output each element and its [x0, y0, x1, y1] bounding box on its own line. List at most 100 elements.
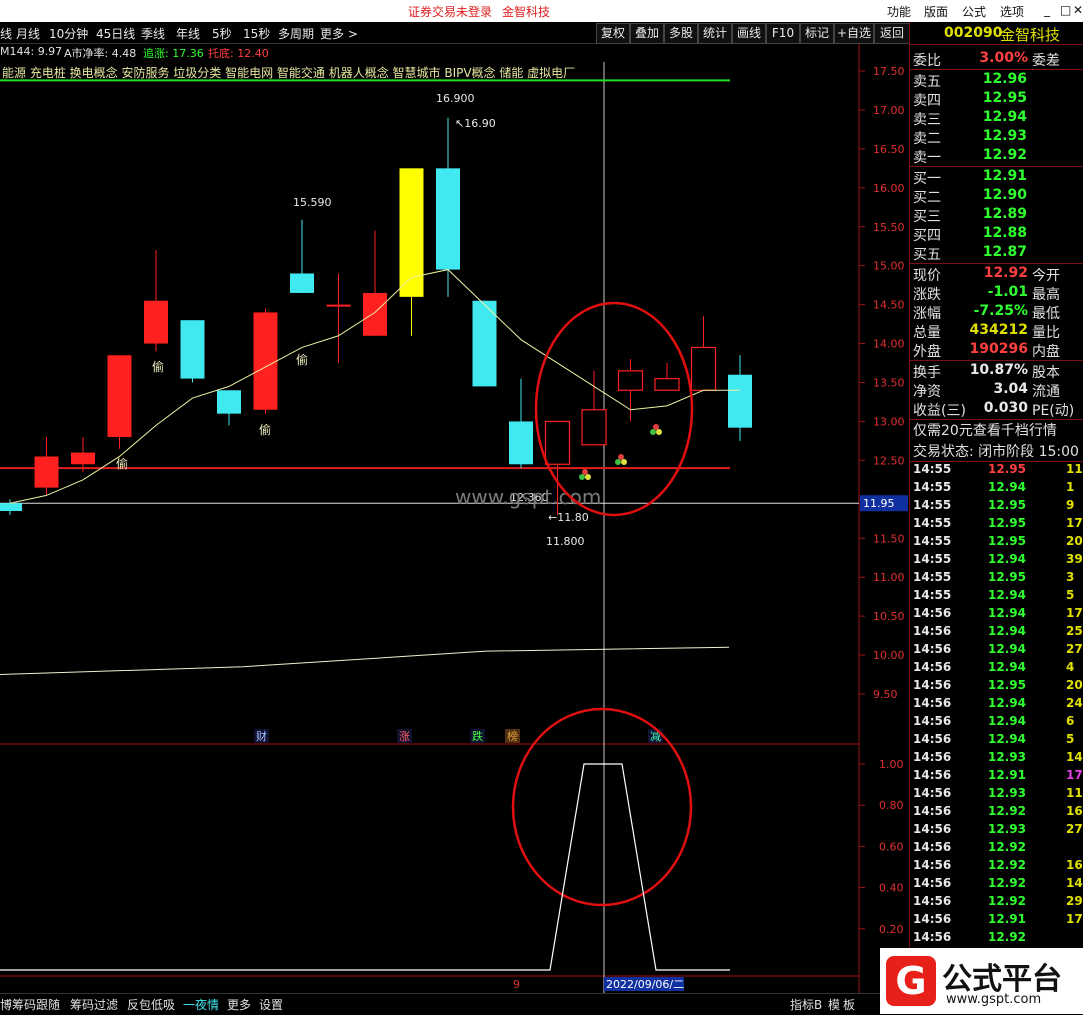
menu-formula[interactable]: 公式 [962, 3, 986, 20]
tick-row: 14:55 12.94 5 [910, 588, 1083, 606]
tick-row: 14:56 12.94 6 [910, 714, 1083, 732]
logo-g-icon: G [886, 956, 936, 1006]
ask-row: 卖二 12.93 [910, 128, 1083, 147]
bid-price: 12.88 [982, 225, 1027, 241]
tab-template[interactable]: 模 [828, 996, 840, 1013]
tick-price: 12.93 [988, 750, 1026, 764]
quote-panel: 002090 金智科技 委比 3.00% 委差 卖五 12.96 卖四 12.95 卖三 12.… [909, 22, 1083, 1014]
close-icon[interactable]: ✕ [1073, 3, 1083, 17]
tick-time: 14:56 [913, 768, 952, 782]
tick-price: 12.92 [988, 876, 1026, 890]
dot-green [579, 474, 585, 480]
quote-row: 涨跌 -1.01 最高 [910, 284, 1083, 303]
tick-price: 12.95 [988, 516, 1026, 530]
tick-time: 14:56 [913, 786, 952, 800]
tab-overnight[interactable]: 一夜情 [183, 996, 219, 1013]
tick-price: 12.95 [988, 498, 1026, 512]
buy-signal-marker: 偷 [259, 422, 271, 437]
tab-reversal-buy[interactable]: 反包低吸 [127, 996, 175, 1013]
tab-board[interactable]: 板 [843, 996, 855, 1013]
low-price-arrow: ←11.80 [548, 511, 589, 524]
highlight-circle-main [534, 301, 694, 517]
ma144-line [0, 646, 730, 676]
bid-price: 12.87 [982, 244, 1027, 260]
tick-price: 12.91 [988, 912, 1026, 926]
tick-price: 12.95 [988, 534, 1026, 548]
menu-options[interactable]: 选项 [1000, 3, 1024, 20]
tick-row: 14:55 12.95 11 [910, 462, 1083, 480]
divider [910, 166, 1083, 167]
stat-value: 3.04 [993, 381, 1028, 397]
candle-body [472, 300, 497, 387]
quote-right-label: 今开 [1032, 268, 1060, 284]
ask-price: 12.92 [982, 147, 1027, 163]
quote-row: 现价 12.92 今开 [910, 265, 1083, 284]
dot-green [615, 459, 621, 465]
tick-price: 12.92 [988, 858, 1026, 872]
tick-row: 14:56 12.94 4 [910, 660, 1083, 678]
tick-volume: 17 [1066, 912, 1083, 926]
tick-time: 14:56 [913, 732, 952, 746]
tick-row: 14:55 12.95 20 [910, 534, 1083, 552]
candle [290, 219, 314, 293]
signal-dots [579, 469, 591, 480]
quote-label: 外盘 [913, 344, 941, 360]
quote-row: 涨幅 -7.25% 最低 [910, 303, 1083, 322]
tab-settings[interactable]: 设置 [259, 996, 283, 1013]
candle [581, 370, 607, 446]
bid-row: 买五 12.87 [910, 244, 1083, 263]
tick-row: 14:56 12.94 25 [910, 624, 1083, 642]
candle-body [0, 503, 22, 511]
tick-volume: 29 [1066, 894, 1083, 908]
dot-yellow [656, 429, 662, 435]
tick-price: 12.95 [988, 462, 1026, 476]
ask-label: 卖五 [913, 74, 941, 90]
trade-status-row: 交易状态: 闭市阶段 15:00 [910, 441, 1083, 461]
candle-body [326, 304, 351, 307]
buy-signal-marker: 偷 [296, 352, 308, 367]
tab-chip-follow[interactable]: 博筹码跟随 [0, 996, 60, 1013]
candle [107, 355, 132, 449]
tab-more[interactable]: 更多 [227, 996, 251, 1013]
stat-row: 收益(三) 0.030 PE(动) [910, 400, 1083, 419]
quote-value: 190296 [969, 341, 1028, 357]
tick-row: 14:55 12.94 39 [910, 552, 1083, 570]
ask-price: 12.93 [982, 128, 1027, 144]
maximize-icon[interactable]: □ [1060, 3, 1071, 17]
ask-row: 卖三 12.94 [910, 109, 1083, 128]
candle [34, 437, 59, 496]
candle-body [71, 452, 95, 465]
tick-volume: 9 [1066, 498, 1075, 512]
tick-row: 14:56 12.94 27 [910, 642, 1083, 660]
bid-row: 买四 12.88 [910, 225, 1083, 244]
quote-label: 涨幅 [913, 306, 941, 322]
quote-value: -7.25% [973, 303, 1028, 319]
candle-body [728, 374, 752, 428]
candle-body [363, 292, 387, 336]
candle [144, 250, 168, 352]
tick-volume: 20 [1066, 534, 1083, 548]
stat-row: 净资 3.04 流通 [910, 381, 1083, 400]
price-tick-label: 13.00 [873, 415, 905, 428]
weibi-value: 3.00% [979, 50, 1028, 66]
tick-price: 12.94 [988, 714, 1026, 728]
kline-chart[interactable]: 17.50 17.00 16.50 16.00 15.50 15.00 14.50 14.00… [0, 0, 909, 993]
tick-time: 14:56 [913, 750, 952, 764]
event-marker: 涨 [399, 730, 410, 743]
tab-chip-filter[interactable]: 筹码过滤 [70, 996, 118, 1013]
tick-volume: 14 [1066, 750, 1083, 764]
tick-time: 14:56 [913, 624, 952, 638]
tick-time: 14:56 [913, 696, 952, 710]
ask-label: 卖四 [913, 93, 941, 109]
ask-row: 卖四 12.95 [910, 90, 1083, 109]
price-tick-label: 10.00 [873, 649, 905, 662]
bid-label: 买三 [913, 209, 941, 225]
trade-status-text: 交易状态: 闭市阶段 15:00 [913, 444, 1079, 460]
menu-layout[interactable]: 版面 [924, 3, 948, 20]
tab-indicator-b[interactable]: 指标B [790, 996, 822, 1013]
promo-text: 仅需20元查看千档行情 [913, 423, 1057, 439]
minimize-icon[interactable]: _ [1044, 3, 1050, 17]
bid-row: 买一 12.91 [910, 168, 1083, 187]
promo-row[interactable]: 仅需20元查看千档行情 [910, 420, 1083, 440]
candle-body [436, 168, 460, 270]
